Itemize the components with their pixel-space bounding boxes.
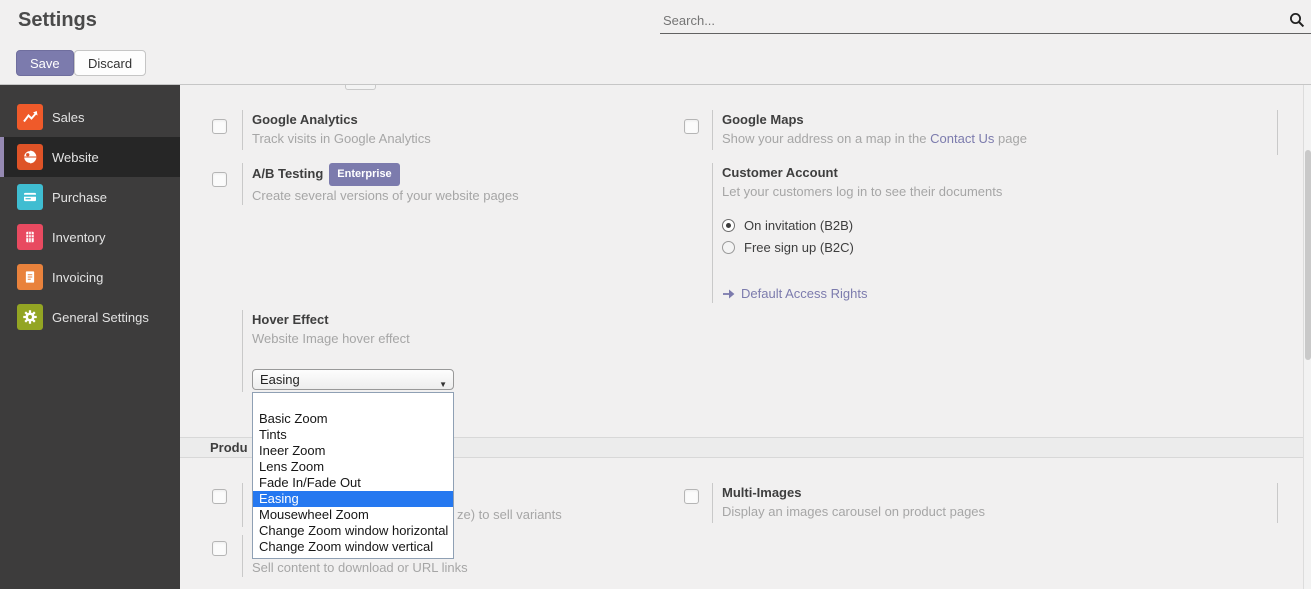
title-text: A/B Testing (252, 166, 323, 181)
setting-row-google-maps: Google Maps Show your address on a map i… (684, 110, 1264, 155)
divider (242, 535, 243, 577)
dropdown-option-blank[interactable] (253, 395, 453, 411)
divider (242, 310, 243, 392)
setting-desc: Sell content to download or URL links (252, 558, 468, 577)
divider (242, 163, 243, 205)
digital-content-checkbox[interactable] (212, 541, 227, 556)
inventory-icon (17, 224, 43, 250)
setting-desc: Track visits in Google Analytics (252, 129, 431, 148)
setting-title: Google Maps (722, 110, 1027, 129)
setting-block-customer-account: Customer Account Let your customers log … (684, 163, 1264, 303)
setting-title: A/B Testing Enterprise (252, 163, 519, 186)
divider (242, 110, 243, 150)
setting-title: Multi-Images (722, 483, 985, 502)
variants-checkbox[interactable] (212, 489, 227, 504)
radio-label: Free sign up (B2C) (744, 240, 854, 255)
ab-testing-checkbox[interactable] (212, 172, 227, 187)
search-icon[interactable] (1289, 12, 1305, 28)
radio-selected-icon (722, 219, 735, 232)
divider (712, 163, 713, 303)
sales-icon (17, 104, 43, 130)
setting-desc: Show your address on a map in the Contac… (722, 129, 1027, 148)
default-access-rights-link[interactable]: Default Access Rights (722, 286, 1002, 301)
dropdown-option[interactable]: Change Zoom window horizontal (253, 523, 453, 539)
search-input[interactable] (660, 8, 1285, 32)
cutoff-select-fragment (345, 85, 376, 90)
sidebar-item-label: Inventory (52, 230, 105, 245)
divider (242, 483, 243, 527)
dropdown-option[interactable]: Lens Zoom (253, 459, 453, 475)
multi-images-checkbox[interactable] (684, 489, 699, 504)
invoicing-icon (17, 264, 43, 290)
setting-row-multi-images: Multi-Images Display an images carousel … (684, 483, 1264, 527)
divider (1277, 110, 1278, 155)
dropdown-option[interactable]: Change Zoom window vertical (253, 539, 453, 555)
divider (712, 483, 713, 523)
hover-effect-select[interactable]: Easing ▼ (252, 369, 454, 390)
sidebar-item-general-settings[interactable]: General Settings (0, 297, 180, 337)
radio-group: On invitation (B2B) Free sign up (B2C) (722, 214, 1002, 258)
sidebar-item-website[interactable]: Website (0, 137, 180, 177)
radio-on-invitation[interactable]: On invitation (B2B) (722, 214, 1002, 236)
setting-desc: Display an images carousel on product pa… (722, 502, 985, 521)
sidebar-item-label: Website (52, 150, 99, 165)
radio-label: On invitation (B2B) (744, 218, 853, 233)
google-analytics-checkbox[interactable] (212, 119, 227, 134)
purchase-icon (17, 184, 43, 210)
sidebar-item-purchase[interactable]: Purchase (0, 177, 180, 217)
setting-title: Google Analytics (252, 110, 431, 129)
sidebar-item-label: General Settings (52, 310, 149, 325)
active-stripe (0, 137, 4, 177)
contact-us-link[interactable]: Contact Us (930, 131, 994, 146)
hover-effect-dropdown-list: Basic Zoom Tints Ineer Zoom Lens Zoom Fa… (252, 392, 454, 559)
dropdown-option[interactable]: Fade In/Fade Out (253, 475, 453, 491)
link-label: Default Access Rights (741, 286, 867, 301)
sidebar-item-label: Purchase (52, 190, 107, 205)
enterprise-badge: Enterprise (329, 163, 399, 186)
desc-text: page (994, 131, 1027, 146)
general-settings-icon (17, 304, 43, 330)
radio-free-signup[interactable]: Free sign up (B2C) (722, 236, 1002, 258)
top-bar: Settings Save Discard (0, 0, 1311, 85)
search-bar (660, 8, 1311, 34)
setting-title: Customer Account (722, 163, 1002, 182)
sidebar-item-label: Invoicing (52, 270, 103, 285)
divider (1277, 483, 1278, 523)
setting-desc: Let your customers log in to see their d… (722, 182, 1002, 201)
sidebar-item-invoicing[interactable]: Invoicing (0, 257, 180, 297)
radio-unselected-icon (722, 241, 735, 254)
discard-button[interactable]: Discard (74, 50, 146, 76)
setting-desc-fragment: ze) to sell variants (457, 505, 562, 524)
sidebar-item-inventory[interactable]: Inventory (0, 217, 180, 257)
dropdown-option[interactable]: Tints (253, 427, 453, 443)
dropdown-option[interactable]: Ineer Zoom (253, 443, 453, 459)
save-button[interactable]: Save (16, 50, 74, 76)
google-maps-checkbox[interactable] (684, 119, 699, 134)
sidebar-item-label: Sales (52, 110, 85, 125)
setting-desc: Create several versions of your website … (252, 186, 519, 205)
desc-text: Show your address on a map in the (722, 131, 930, 146)
website-icon (17, 144, 43, 170)
setting-block-hover-effect: Hover Effect Website Image hover effect … (212, 310, 672, 400)
dropdown-option[interactable]: Basic Zoom (253, 411, 453, 427)
dropdown-option-highlighted[interactable]: Easing (253, 491, 453, 507)
setting-row-google-analytics: Google Analytics Track visits in Google … (212, 110, 672, 155)
sidebar-item-sales[interactable]: Sales (0, 97, 180, 137)
arrow-right-icon (722, 288, 735, 300)
scrollbar-thumb[interactable] (1305, 150, 1311, 360)
app-sidebar: Sales Website Purchase Inventory Invoici… (0, 85, 180, 589)
setting-desc: Website Image hover effect (252, 329, 410, 348)
setting-title: Hover Effect (252, 310, 410, 329)
vertical-scrollbar[interactable] (1303, 85, 1311, 589)
divider (712, 110, 713, 150)
dropdown-option[interactable]: Mousewheel Zoom (253, 507, 453, 523)
select-value: Easing (260, 372, 300, 387)
setting-row-ab-testing: A/B Testing Enterprise Create several ver… (212, 163, 672, 209)
page-title: Settings (18, 9, 97, 32)
